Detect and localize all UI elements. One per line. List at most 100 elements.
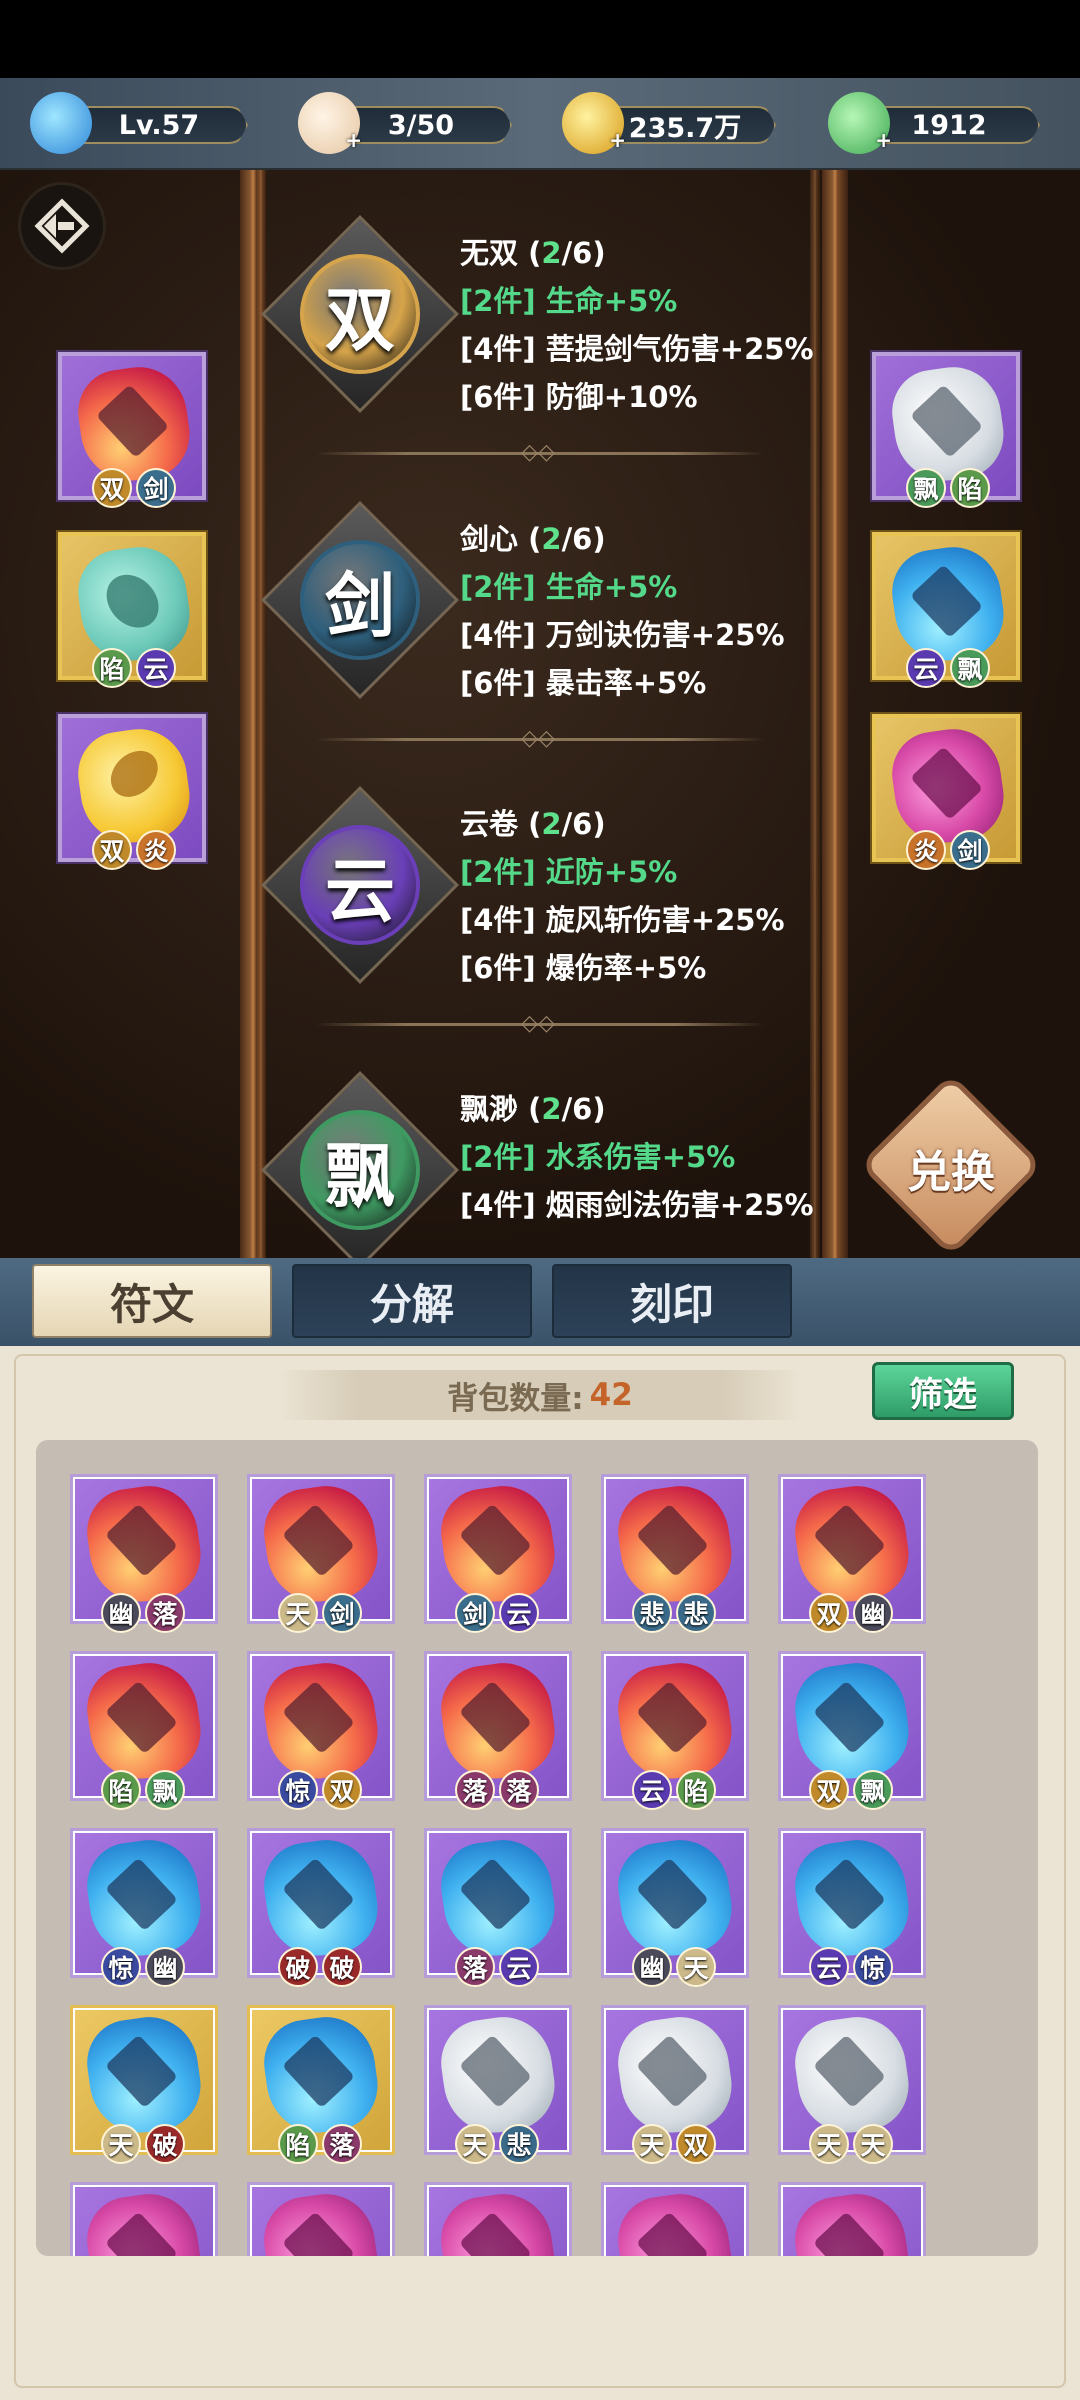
rune-glyph-icon bbox=[635, 2034, 710, 2109]
rune-tag: 双 bbox=[809, 1770, 849, 1810]
magenta-rune-gem-icon bbox=[612, 2187, 738, 2256]
rune-tag: 陷 bbox=[278, 2124, 318, 2164]
rune-cell[interactable]: 幽天 bbox=[601, 1828, 749, 1987]
resource-bar: Lv.57 3/50 + 235.7万 + 1912 + bbox=[0, 78, 1080, 170]
equipped-rune-slot[interactable]: 双剑 bbox=[58, 352, 206, 508]
set-title: 剑心 bbox=[460, 522, 519, 556]
rune-cell[interactable] bbox=[601, 2182, 749, 2256]
equipped-rune-slot[interactable]: 双炎 bbox=[58, 714, 206, 870]
red-rune-gem-icon bbox=[789, 1479, 915, 1609]
rune-cell[interactable]: 天天 bbox=[778, 2005, 926, 2164]
rune-cell[interactable] bbox=[247, 2182, 395, 2256]
rune-tag: 飘 bbox=[145, 1770, 185, 1810]
set-emblem-char: 飘 bbox=[300, 1110, 420, 1230]
stamina-text: 3/50 bbox=[387, 109, 455, 141]
rune-tag: 剑 bbox=[136, 468, 176, 508]
rune-tag: 云 bbox=[499, 1947, 539, 1987]
rune-cell[interactable]: 破破 bbox=[247, 1828, 395, 1987]
tab-runes[interactable]: 符文 bbox=[32, 1264, 272, 1338]
red-rune-gem-icon bbox=[258, 1479, 384, 1609]
rune-glyph-icon bbox=[812, 1857, 887, 1932]
rune-glyph-icon bbox=[281, 2211, 356, 2256]
filter-button[interactable]: 筛选 bbox=[872, 1362, 1014, 1420]
rune-tag: 惊 bbox=[853, 1947, 893, 1987]
level-icon bbox=[30, 92, 92, 154]
rune-glyph-icon bbox=[909, 384, 984, 459]
equipped-rune-slot[interactable]: 炎剑 bbox=[872, 714, 1020, 870]
equipped-rune-slot[interactable]: 陷云 bbox=[58, 532, 206, 688]
rune-cell[interactable]: 天双 bbox=[601, 2005, 749, 2164]
rune-tag: 幽 bbox=[632, 1947, 672, 1987]
rune-glyph-icon bbox=[104, 1503, 179, 1578]
set-bonus-line: [4件] 烟雨剑法伤害+25% bbox=[460, 1188, 814, 1222]
rune-tag: 炎 bbox=[906, 830, 946, 870]
rune-cell[interactable] bbox=[778, 2182, 926, 2256]
set-count: 2 bbox=[541, 236, 562, 270]
rune-cell[interactable]: 幽落 bbox=[70, 1474, 218, 1633]
rune-cell[interactable]: 云陷 bbox=[601, 1651, 749, 1810]
rune-cell[interactable]: 悲悲 bbox=[601, 1474, 749, 1633]
set-bonus-line: [4件] 万剑诀伤害+25% bbox=[460, 618, 785, 652]
rune-cell[interactable]: 落云 bbox=[424, 1828, 572, 1987]
rune-tag: 落 bbox=[322, 2124, 362, 2164]
rune-tag: 天 bbox=[455, 2124, 495, 2164]
set-emblem-icon: 飘 bbox=[261, 1071, 459, 1258]
tab-engrave[interactable]: 刻印 bbox=[552, 1264, 792, 1338]
rune-cell[interactable]: 双飘 bbox=[778, 1651, 926, 1810]
blue-rune-gem-icon bbox=[258, 2010, 384, 2140]
set-total: 6 bbox=[572, 236, 593, 270]
leaf-gem-icon[interactable]: + bbox=[828, 92, 892, 154]
rune-tag: 双 bbox=[809, 1593, 849, 1633]
rune-tag: 天 bbox=[632, 2124, 672, 2164]
rune-tag: 云 bbox=[809, 1947, 849, 1987]
coin-icon[interactable]: + bbox=[562, 92, 626, 154]
set-count: 2 bbox=[541, 522, 562, 556]
set-total: 6 bbox=[572, 1092, 593, 1126]
rune-tag: 天 bbox=[809, 2124, 849, 2164]
rune-cell[interactable] bbox=[424, 2182, 572, 2256]
set-name: 无双 (2/6) bbox=[460, 236, 606, 270]
tab-decompose[interactable]: 分解 bbox=[292, 1264, 532, 1338]
magenta-rune-gem-icon bbox=[81, 2187, 207, 2256]
rune-cell[interactable]: 天悲 bbox=[424, 2005, 572, 2164]
yellow-rune-gem-icon bbox=[72, 723, 196, 849]
red-rune-gem-icon bbox=[81, 1479, 207, 1609]
equipped-rune-slot[interactable]: 云飘 bbox=[872, 532, 1020, 688]
set-bonus-line: [2件] 生命+5% bbox=[460, 570, 678, 604]
rune-tag: 幽 bbox=[145, 1947, 185, 1987]
rune-tag: 幽 bbox=[853, 1593, 893, 1633]
rune-cell[interactable]: 惊双 bbox=[247, 1651, 395, 1810]
rune-cell[interactable] bbox=[70, 2182, 218, 2256]
set-total: 6 bbox=[572, 807, 593, 841]
set-count: 2 bbox=[541, 807, 562, 841]
rune-cell[interactable]: 天破 bbox=[70, 2005, 218, 2164]
rune-cell[interactable]: 惊幽 bbox=[70, 1828, 218, 1987]
back-button[interactable] bbox=[18, 182, 106, 270]
rune-cell[interactable]: 陷飘 bbox=[70, 1651, 218, 1810]
rune-cell[interactable]: 双幽 bbox=[778, 1474, 926, 1633]
bun-icon[interactable]: + bbox=[298, 92, 362, 154]
right-pillar bbox=[822, 170, 848, 1258]
inventory-grid: 幽落天剑剑云悲悲双幽陷飘惊双落落云陷双飘惊幽破破落云幽天云惊天破陷落天悲天双天天 bbox=[36, 1440, 1038, 2256]
rune-tag: 落 bbox=[499, 1770, 539, 1810]
rune-glyph-icon bbox=[812, 2034, 887, 2109]
rune-glyph-icon bbox=[458, 2034, 533, 2109]
equipped-rune-slot[interactable]: 飘陷 bbox=[872, 352, 1020, 508]
rune-cell[interactable]: 云惊 bbox=[778, 1828, 926, 1987]
rune-cell[interactable]: 天剑 bbox=[247, 1474, 395, 1633]
coins-text: 235.7万 bbox=[628, 112, 742, 144]
set-separator: / bbox=[561, 236, 573, 270]
rune-tag: 云 bbox=[499, 1593, 539, 1633]
rune-glyph-icon bbox=[812, 2211, 887, 2256]
bag-count-label: 背包数量: bbox=[447, 1380, 584, 1417]
rune-glyph-icon bbox=[95, 384, 170, 459]
rune-cell[interactable]: 陷落 bbox=[247, 2005, 395, 2164]
exchange-label[interactable]: 兑换 bbox=[886, 1136, 1016, 1200]
rune-cell[interactable]: 落落 bbox=[424, 1651, 572, 1810]
rune-cell[interactable]: 剑云 bbox=[424, 1474, 572, 1633]
rune-tag: 飘 bbox=[950, 648, 990, 688]
rune-tag: 剑 bbox=[322, 1593, 362, 1633]
rune-tag: 悲 bbox=[632, 1593, 672, 1633]
rune-glyph-icon bbox=[812, 1503, 887, 1578]
rune-glyph-icon bbox=[104, 2034, 179, 2109]
